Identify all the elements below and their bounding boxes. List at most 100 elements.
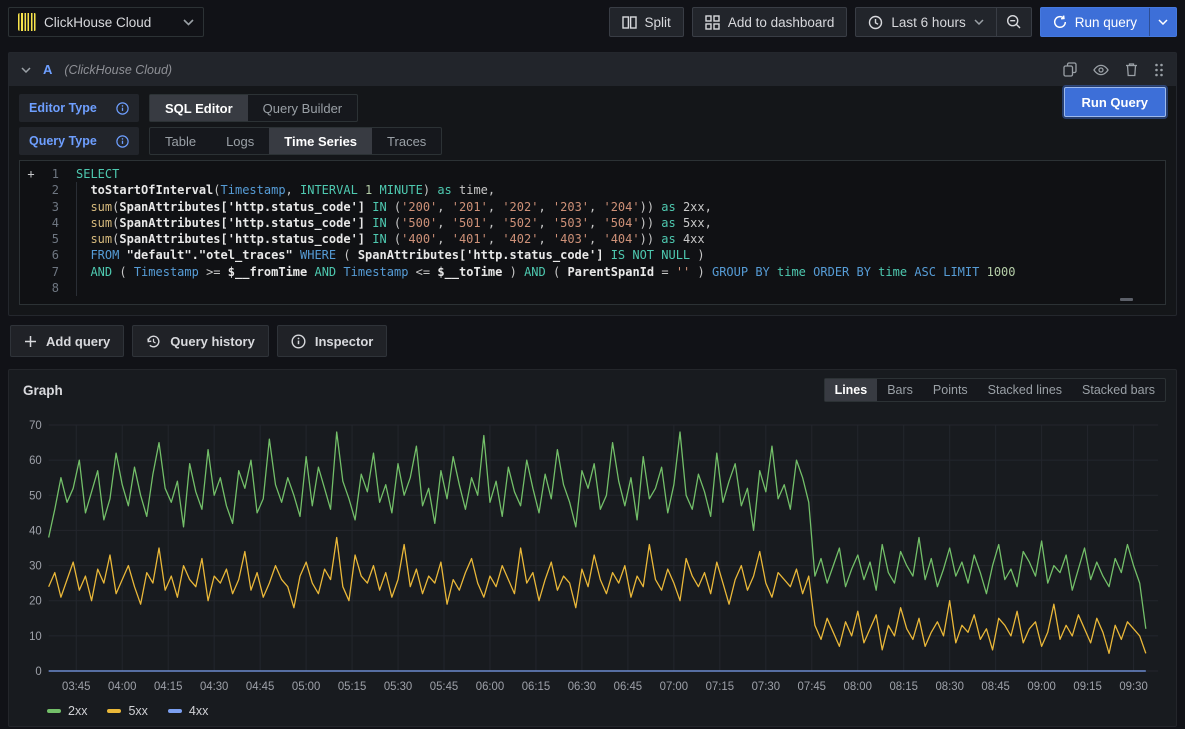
editor-type-chip: Editor Type bbox=[19, 94, 139, 122]
datasource-name: ClickHouse Cloud bbox=[44, 15, 175, 30]
drag-handle-icon bbox=[1154, 63, 1164, 77]
graph-style-option-points[interactable]: Points bbox=[923, 379, 978, 401]
inspector-button[interactable]: Inspector bbox=[277, 325, 388, 357]
timeseries-chart-canvas[interactable]: 03:4504:0004:1504:3004:4505:0005:1505:30… bbox=[19, 407, 1166, 703]
editor-gutter: 3 bbox=[20, 199, 74, 215]
x-tick-label: 05:30 bbox=[384, 681, 412, 693]
query-row-header[interactable]: A (ClickHouse Cloud) bbox=[9, 53, 1176, 86]
line-number: 5 bbox=[42, 231, 74, 247]
legend-label-5xx: 5xx bbox=[128, 704, 147, 718]
query-type-label: Query Type bbox=[29, 134, 97, 148]
editor-gutter: 8 bbox=[20, 280, 74, 296]
x-tick-label: 08:45 bbox=[981, 681, 1009, 693]
code-content: sum(SpanAttributes['http.status_code'] I… bbox=[74, 199, 712, 215]
y-tick-label: 50 bbox=[29, 491, 42, 503]
gutter-plus-icon bbox=[20, 264, 42, 280]
x-tick-label: 04:00 bbox=[108, 681, 136, 693]
collapse-chevron-icon[interactable] bbox=[21, 67, 31, 73]
sql-code-editor[interactable]: +1SELECT2 toStartOfInterval(Timestamp, I… bbox=[19, 160, 1166, 305]
add-to-dashboard-button[interactable]: Add to dashboard bbox=[692, 7, 848, 37]
graph-style-option-stacked-lines[interactable]: Stacked lines bbox=[978, 379, 1072, 401]
editor-type-option-query-builder[interactable]: Query Builder bbox=[248, 95, 357, 121]
time-range-picker[interactable]: Last 6 hours bbox=[855, 7, 996, 37]
query-history-button[interactable]: Query history bbox=[132, 325, 269, 357]
query-type-option-time-series[interactable]: Time Series bbox=[269, 128, 372, 154]
hide-query-button[interactable] bbox=[1093, 64, 1109, 76]
x-tick-label: 05:45 bbox=[430, 681, 458, 693]
copy-query-button[interactable] bbox=[1063, 62, 1077, 77]
graph-style-option-lines[interactable]: Lines bbox=[825, 379, 878, 401]
line-number: 8 bbox=[42, 280, 74, 296]
chart-legend: 2xx 5xx 4xx bbox=[19, 704, 1166, 718]
split-button[interactable]: Split bbox=[609, 7, 684, 37]
x-tick-label: 05:15 bbox=[338, 681, 366, 693]
editor-hscrollbar[interactable] bbox=[1120, 298, 1133, 301]
explore-actions-row: Add query Query history Inspector bbox=[10, 325, 1177, 357]
line-number: 2 bbox=[42, 182, 74, 198]
delete-query-button[interactable] bbox=[1125, 62, 1138, 77]
y-tick-label: 0 bbox=[35, 666, 41, 678]
clock-icon bbox=[868, 15, 883, 30]
legend-item-5xx[interactable]: 5xx bbox=[107, 704, 147, 718]
datasource-picker[interactable]: ClickHouse Cloud bbox=[8, 7, 204, 37]
gutter-plus-icon bbox=[20, 215, 42, 231]
graph-style-option-bars[interactable]: Bars bbox=[877, 379, 923, 401]
graph-panel-title: Graph bbox=[19, 383, 63, 398]
time-range-label: Last 6 hours bbox=[891, 15, 965, 30]
explore-page: ClickHouse Cloud Split Add to dashboard bbox=[0, 0, 1185, 729]
info-icon[interactable] bbox=[116, 135, 129, 148]
y-tick-label: 20 bbox=[29, 596, 42, 608]
toolbar-right-group: Split Add to dashboard Last 6 hours bbox=[609, 7, 1177, 37]
query-datasource-hint: (ClickHouse Cloud) bbox=[64, 63, 172, 77]
code-line-4: 4 sum(SpanAttributes['http.status_code']… bbox=[20, 215, 1165, 231]
y-tick-label: 10 bbox=[29, 631, 42, 643]
x-tick-label: 09:15 bbox=[1073, 681, 1101, 693]
legend-item-2xx[interactable]: 2xx bbox=[47, 704, 87, 718]
query-type-option-table[interactable]: Table bbox=[150, 128, 211, 154]
query-row-card: A (ClickHouse Cloud) bbox=[8, 52, 1177, 316]
run-query-button[interactable]: Run Query bbox=[1064, 87, 1166, 117]
split-icon bbox=[622, 16, 637, 29]
code-line-5: 5 sum(SpanAttributes['http.status_code']… bbox=[20, 231, 1165, 247]
query-row-body: Editor Type SQL EditorQuery Builder Run … bbox=[9, 86, 1176, 315]
add-query-button[interactable]: Add query bbox=[10, 325, 124, 357]
legend-swatch-2xx bbox=[47, 709, 61, 713]
legend-item-4xx[interactable]: 4xx bbox=[168, 704, 208, 718]
x-tick-label: 07:30 bbox=[752, 681, 780, 693]
split-label: Split bbox=[645, 15, 671, 30]
legend-swatch-5xx bbox=[107, 709, 121, 713]
drag-query-button[interactable] bbox=[1154, 63, 1164, 77]
zoom-out-button[interactable] bbox=[997, 7, 1032, 37]
editor-gutter: 6 bbox=[20, 247, 74, 263]
run-query-caret[interactable] bbox=[1149, 8, 1176, 36]
run-query-main[interactable]: Run query bbox=[1041, 8, 1149, 36]
chevron-down-icon bbox=[974, 19, 984, 25]
line-number: 6 bbox=[42, 247, 74, 263]
refresh-icon bbox=[1053, 15, 1067, 29]
query-type-row: Query Type TableLogsTime SeriesTraces bbox=[19, 127, 1166, 155]
line-number: 1 bbox=[42, 166, 74, 182]
query-history-label: Query history bbox=[170, 334, 255, 349]
info-icon[interactable] bbox=[116, 102, 129, 115]
copy-icon bbox=[1063, 62, 1077, 77]
gutter-plus-icon bbox=[20, 247, 42, 263]
x-tick-label: 08:30 bbox=[935, 681, 963, 693]
graph-panel: Graph LinesBarsPointsStacked linesStacke… bbox=[8, 369, 1177, 727]
code-content: FROM "default"."otel_traces" WHERE ( Spa… bbox=[74, 247, 705, 263]
editor-type-label: Editor Type bbox=[29, 101, 97, 115]
graph-style-toggle: LinesBarsPointsStacked linesStacked bars bbox=[824, 378, 1166, 402]
code-content: AND ( Timestamp >= $__fromTime AND Times… bbox=[74, 264, 1016, 280]
y-tick-label: 70 bbox=[29, 420, 42, 432]
graph-style-option-stacked-bars[interactable]: Stacked bars bbox=[1072, 379, 1165, 401]
x-tick-label: 07:45 bbox=[798, 681, 826, 693]
legend-label-2xx: 2xx bbox=[68, 704, 87, 718]
code-content: SELECT bbox=[74, 166, 119, 182]
query-type-chip: Query Type bbox=[19, 127, 139, 155]
add-query-label: Add query bbox=[46, 334, 110, 349]
y-tick-label: 40 bbox=[29, 526, 42, 538]
query-type-option-traces[interactable]: Traces bbox=[372, 128, 441, 154]
run-query-split-button[interactable]: Run query bbox=[1040, 7, 1177, 37]
query-type-option-logs[interactable]: Logs bbox=[211, 128, 269, 154]
editor-type-option-sql-editor[interactable]: SQL Editor bbox=[150, 95, 248, 121]
code-line-2: 2 toStartOfInterval(Timestamp, INTERVAL … bbox=[20, 182, 1165, 198]
